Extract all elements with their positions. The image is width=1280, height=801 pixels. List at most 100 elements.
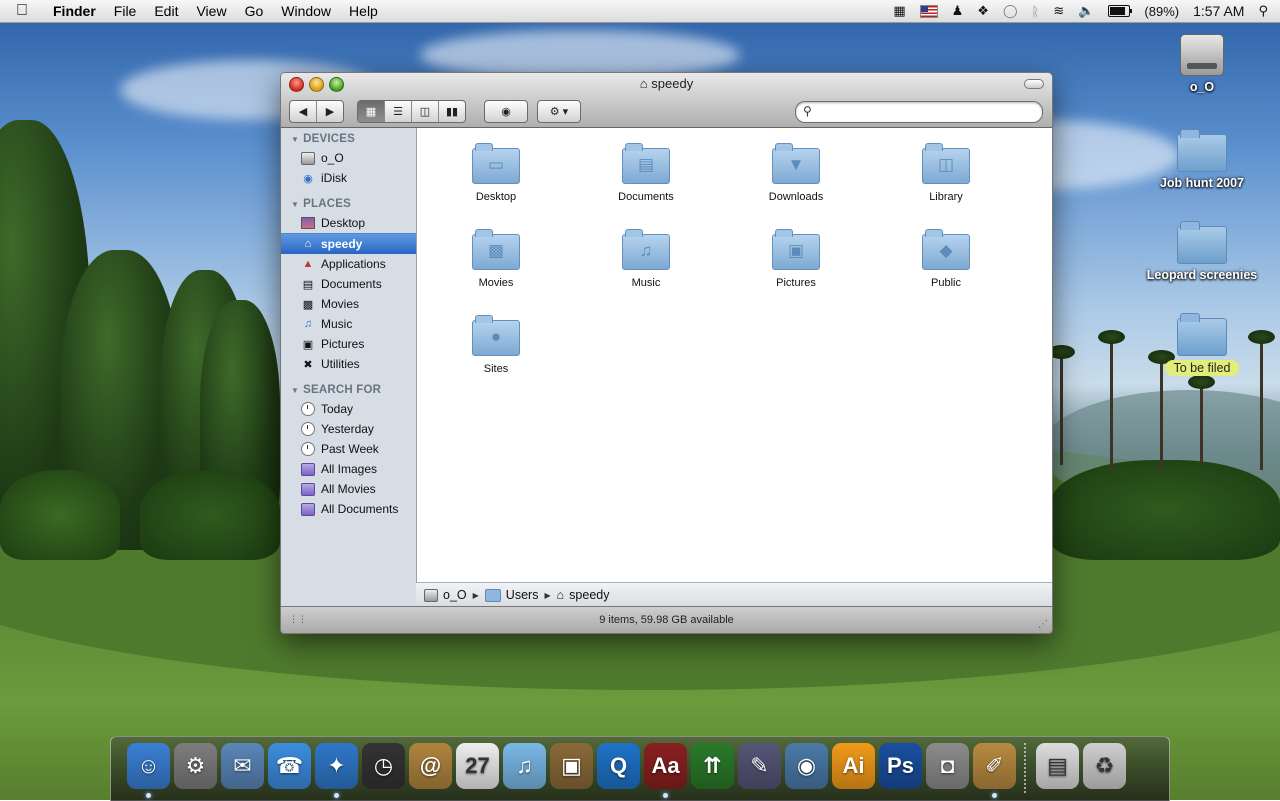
sidebar-item-music[interactable]: ♫ Music	[281, 314, 416, 334]
folder-item-label: Music	[631, 277, 661, 289]
disclosure-triangle-icon[interactable]: ▼	[291, 386, 299, 395]
sidebar-item-all-images[interactable]: All Images	[281, 459, 416, 479]
activity-monitor-icon[interactable]: ⇈	[691, 743, 734, 789]
path-item-home[interactable]: ⌂ speedy	[557, 588, 610, 602]
folder-item[interactable]: ♫ Music	[591, 229, 701, 289]
sidebar-section-header[interactable]: ▼ SEARCH FOR	[291, 384, 416, 396]
menu-help[interactable]: Help	[340, 0, 387, 22]
quicktime-icon[interactable]: Q	[597, 743, 640, 789]
action-gear-button[interactable]: ⚙ ▾	[538, 101, 580, 122]
search-field[interactable]: ⚲	[795, 101, 1043, 123]
back-button[interactable]: ◀	[290, 101, 317, 122]
battery-icon[interactable]	[1108, 5, 1133, 17]
sidebar-item-utilities[interactable]: ✖ Utilities	[281, 354, 416, 374]
desktop-icon-folder[interactable]: To be filed	[1142, 313, 1262, 376]
menu-app-name[interactable]: Finder	[44, 0, 105, 22]
sidebar-item-past-week[interactable]: Past Week	[281, 439, 416, 459]
volume-icon[interactable]: 🔈	[1078, 3, 1094, 19]
finder-icon[interactable]: ☺	[127, 743, 170, 798]
folder-item[interactable]: ▤ Documents	[591, 143, 701, 203]
us-flag-input-icon[interactable]	[919, 4, 938, 18]
folder-item[interactable]: ◫ Library	[891, 143, 1001, 203]
disclosure-triangle-icon[interactable]: ▼	[291, 135, 299, 144]
sidebar-item-speedy[interactable]: ⌂ speedy	[281, 233, 416, 254]
sidebar-item-o-o[interactable]: o_O	[281, 148, 416, 168]
list-view-button[interactable]: ☰	[385, 101, 412, 122]
resize-grip-icon[interactable]: ⋰	[1038, 620, 1048, 630]
time-machine-icon[interactable]: ◷	[362, 743, 405, 789]
hard-drive-icon	[301, 151, 315, 165]
sidebar-item-yesterday[interactable]: Yesterday	[281, 419, 416, 439]
coverflow-view-button[interactable]: ▮▮	[439, 101, 465, 122]
itunes-icon[interactable]: ♫	[503, 743, 546, 789]
sidebar-item-pictures[interactable]: ▣ Pictures	[281, 334, 416, 354]
wifi-icon[interactable]: ≋	[1053, 3, 1064, 19]
folder-item[interactable]: ◆ Public	[891, 229, 1001, 289]
illustrator-icon[interactable]: Ai	[832, 743, 875, 789]
desktop-icon-folder[interactable]: Job hunt 2007	[1142, 129, 1262, 190]
icon-view-button[interactable]: ▦	[358, 101, 385, 122]
battery-percent[interactable]: (89%)	[1144, 4, 1179, 19]
ical-icon[interactable]: 27	[456, 743, 499, 789]
folder-item[interactable]: ▩ Movies	[441, 229, 551, 289]
view-mode-control: ▦ ☰ ◫ ▮▮	[357, 100, 466, 123]
menu-edit[interactable]: Edit	[145, 0, 187, 22]
sidebar-item-movies[interactable]: ▩ Movies	[281, 294, 416, 314]
sidebar-item-desktop[interactable]: Desktop	[281, 213, 416, 233]
sidebar-item-documents[interactable]: ▤ Documents	[281, 274, 416, 294]
system-preferences-icon[interactable]: ⚙	[174, 743, 217, 789]
folder-item[interactable]: ▼ Downloads	[741, 143, 851, 203]
sidebar-section-header[interactable]: ▼ DEVICES	[291, 133, 416, 145]
sidebar-item-applications[interactable]: ▲ Applications	[281, 254, 416, 274]
folder-item[interactable]: ● Sites	[441, 315, 551, 375]
address-book-icon[interactable]: @	[409, 743, 452, 789]
user-icon[interactable]: ♟	[952, 3, 964, 19]
iphoto-icon[interactable]: ▣	[550, 743, 593, 789]
folder-item[interactable]: ▭ Desktop	[441, 143, 551, 203]
dock-separator[interactable]	[1024, 743, 1026, 793]
menu-go[interactable]: Go	[236, 0, 273, 22]
sidebar-item-all-movies[interactable]: All Movies	[281, 479, 416, 499]
search-input[interactable]	[820, 104, 1034, 120]
icon-view-content[interactable]: ▭ Desktop ▤ Documents ▼ Downloads ◫ Library ▩ Mov…	[417, 128, 1052, 607]
window-titlebar[interactable]: ⌂ speedy ◀ ▶ ▦ ☰ ◫ ▮▮ ◉ ⚙ ▾ ⚲	[281, 73, 1052, 128]
menu-window[interactable]: Window	[272, 0, 340, 22]
menu-extras: ▦ ♟ ❖ ◯ ᚱ ≋ 🔈 (89%) 1:57 AM ⚲	[886, 0, 1280, 22]
toolbar-toggle-button[interactable]	[1024, 79, 1044, 89]
menu-file[interactable]: File	[105, 0, 146, 22]
spaces-icon[interactable]: ▦	[893, 3, 905, 19]
path-item-volume[interactable]: o_O	[424, 588, 467, 602]
desktop-icon-hard-drive[interactable]: o_O	[1142, 34, 1262, 94]
script-icon[interactable]: ❖	[977, 3, 989, 19]
running-indicator	[663, 793, 668, 798]
menu-view[interactable]: View	[187, 0, 235, 22]
image-capture-icon[interactable]: ◘	[926, 743, 969, 789]
sidebar-item-all-documents[interactable]: All Documents	[281, 499, 416, 519]
sidebar-section-header[interactable]: ▼ PLACES	[291, 198, 416, 210]
keynote-icon[interactable]: ✐	[973, 743, 1016, 798]
safari-icon[interactable]: ✦	[315, 743, 358, 798]
menu-clock[interactable]: 1:57 AM	[1193, 3, 1244, 19]
ichat-icon[interactable]: ☎	[268, 743, 311, 789]
quick-look-button[interactable]: ◉	[485, 101, 527, 122]
mail-icon[interactable]: ✉	[221, 743, 264, 789]
path-item-users[interactable]: Users	[484, 588, 538, 602]
desktop-icon-folder[interactable]: Leopard screenies	[1142, 221, 1262, 282]
dictionary-icon[interactable]: Aa	[644, 743, 687, 798]
forward-button[interactable]: ▶	[317, 101, 343, 122]
bluetooth-icon[interactable]: ᚱ	[1032, 4, 1040, 19]
script-editor-icon[interactable]: ✎	[738, 743, 781, 789]
apple-logo-icon[interactable]: 	[0, 2, 44, 20]
sidebar-resize-icon[interactable]: ⋮⋮	[289, 615, 307, 624]
folder-item[interactable]: ▣ Pictures	[741, 229, 851, 289]
sidebar-item-idisk[interactable]: ◉ iDisk	[281, 168, 416, 188]
disclosure-triangle-icon[interactable]: ▼	[291, 200, 299, 209]
column-view-button[interactable]: ◫	[412, 101, 439, 122]
trash-icon[interactable]: ♻	[1083, 743, 1126, 789]
sidebar-item-today[interactable]: Today	[281, 399, 416, 419]
preview-icon[interactable]: ◉	[785, 743, 828, 789]
spotlight-icon[interactable]: ⚲	[1258, 3, 1268, 19]
ichat-bubble-icon[interactable]: ◯	[1003, 3, 1018, 19]
documents-stack-icon[interactable]: ▤	[1036, 743, 1079, 789]
photoshop-icon[interactable]: Ps	[879, 743, 922, 789]
